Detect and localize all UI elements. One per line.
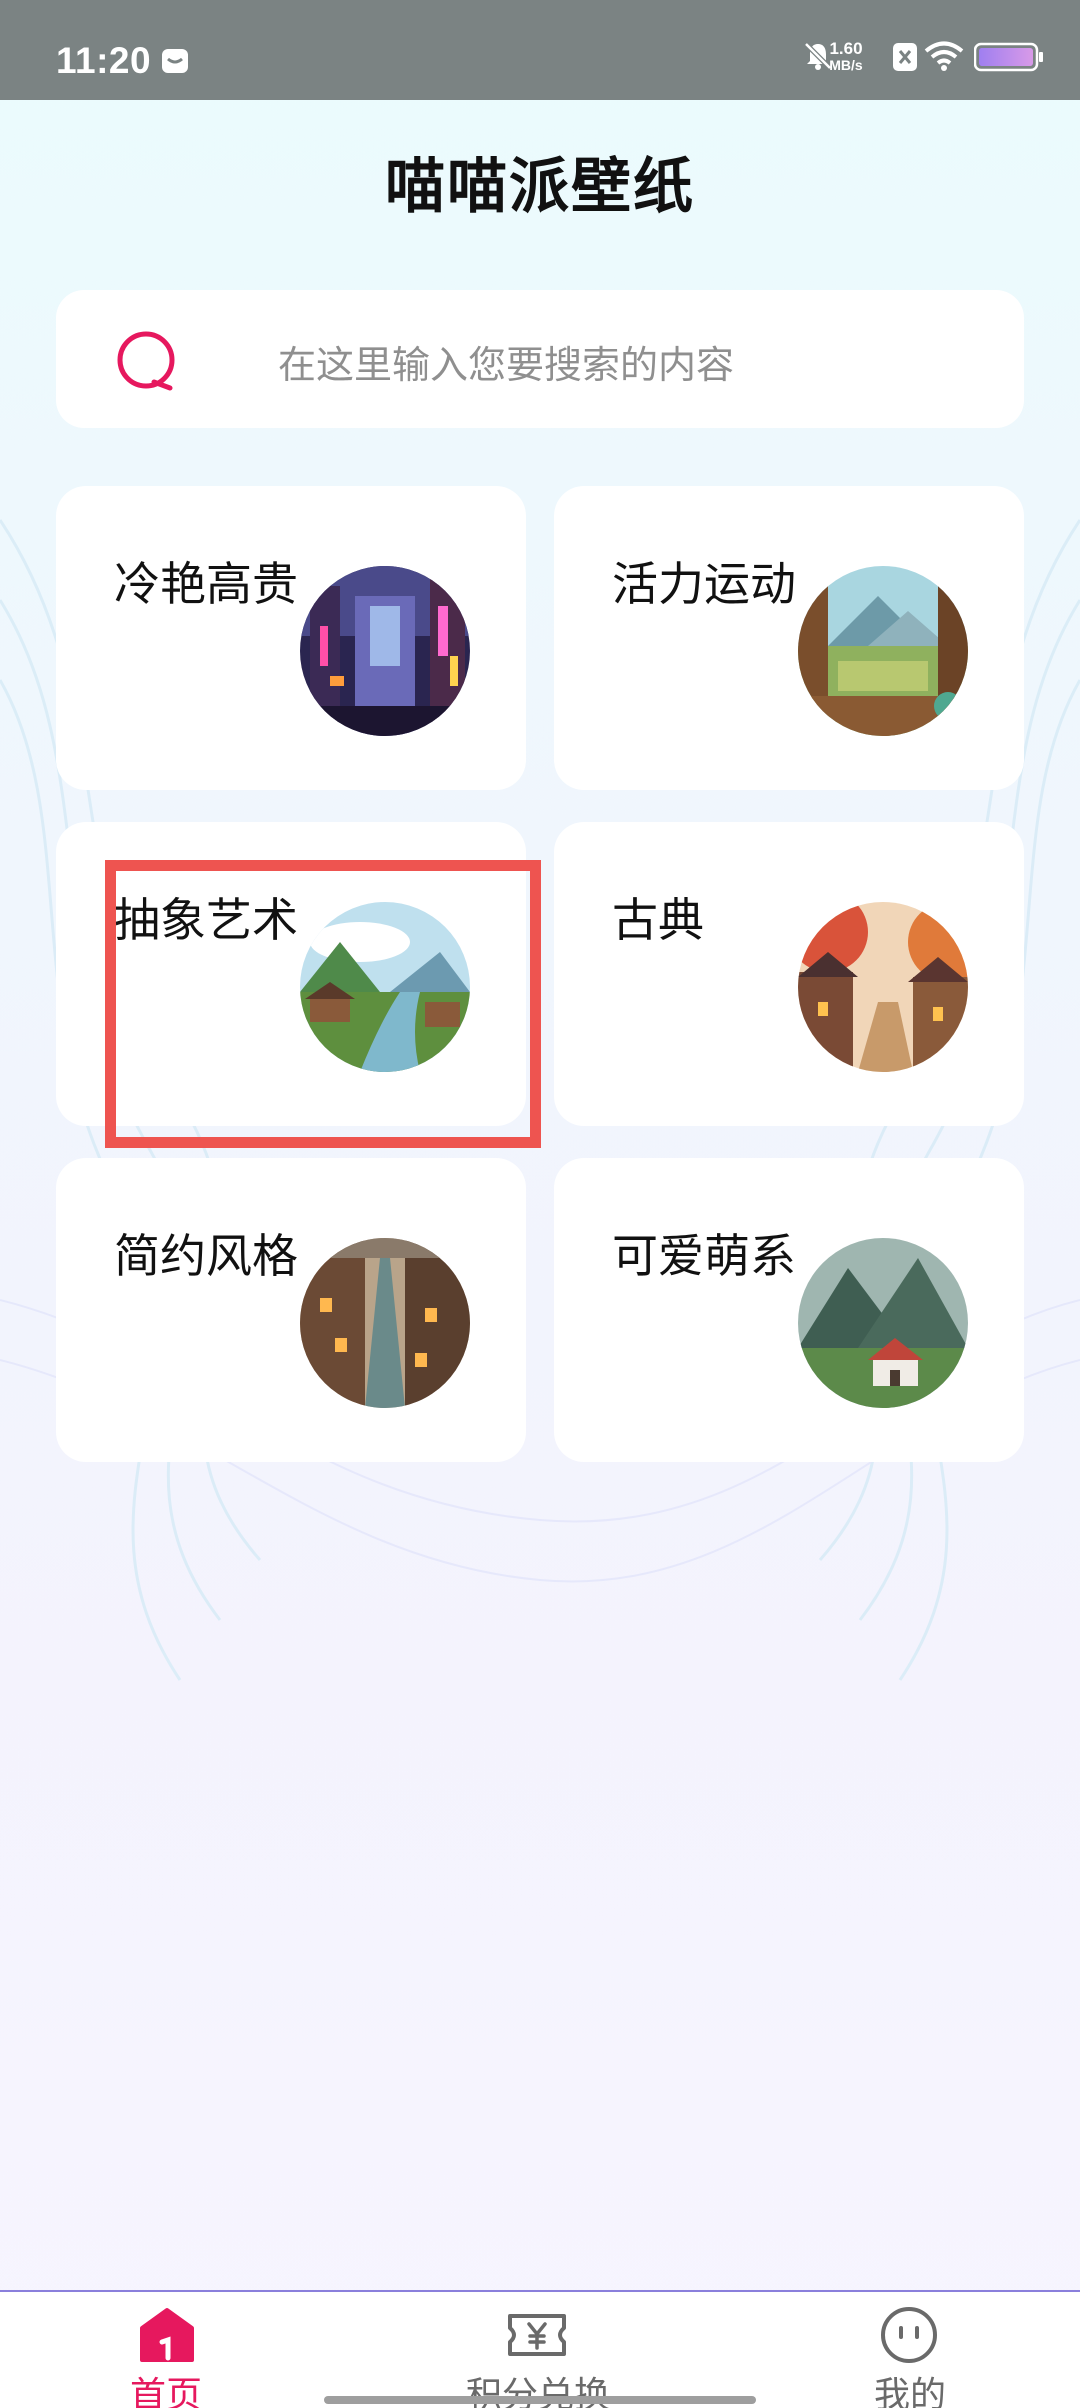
status-time: 11:20 xyxy=(56,40,152,81)
home-icon xyxy=(140,2308,194,2362)
category-label: 简约风格 xyxy=(114,1229,298,1283)
battery-icon xyxy=(974,42,1043,72)
search-input[interactable]: 在这里输入您要搜索的内容 xyxy=(56,290,1024,428)
mountain-cottage-image xyxy=(798,1238,968,1408)
category-thumbnail xyxy=(300,566,470,736)
bottom-nav: 首页 积分兑换 我的 xyxy=(0,2290,1080,2408)
category-card-active-sports[interactable]: 活力运动 xyxy=(554,486,1024,790)
autumn-street-image xyxy=(798,902,968,1072)
network-speed: 1.60 MB/s xyxy=(816,40,876,74)
category-card-classical[interactable]: 古典 xyxy=(554,822,1024,1126)
category-card-minimalist[interactable]: 简约风格 xyxy=(56,1158,526,1462)
category-label: 活力运动 xyxy=(612,557,796,611)
yen-ticket-icon xyxy=(508,2314,566,2356)
nav-label-mine: 我的 xyxy=(873,2375,946,2408)
category-card-abstract-art[interactable]: 抽象艺术 xyxy=(56,822,526,1126)
category-thumbnail xyxy=(798,1238,968,1408)
search-placeholder: 在这里输入您要搜索的内容 xyxy=(278,343,735,387)
category-thumbnail xyxy=(300,1238,470,1408)
category-label: 可爱萌系 xyxy=(612,1229,796,1283)
message-notification-icon xyxy=(162,49,188,73)
category-thumbnail xyxy=(798,566,968,736)
category-label: 冷艳高贵 xyxy=(114,557,298,611)
smile-face-icon xyxy=(881,2307,937,2363)
status-icons: 1.60 MB/s xyxy=(784,36,1044,76)
gesture-home-bar[interactable] xyxy=(324,2396,756,2404)
category-card-cool-elegant[interactable]: 冷艳高贵 xyxy=(56,486,526,790)
neon-city-image xyxy=(300,566,470,736)
net-speed-value: 1.60 xyxy=(829,39,863,58)
page-title: 喵喵派壁纸 xyxy=(385,152,695,222)
category-label: 古典 xyxy=(612,893,704,947)
river-village-image xyxy=(300,902,470,1072)
nav-item-points-exchange[interactable]: 积分兑换 xyxy=(428,2292,648,2408)
net-speed-unit: MB/s xyxy=(829,57,863,73)
nav-label-home: 首页 xyxy=(129,2375,202,2408)
category-card-cute[interactable]: 可爱萌系 xyxy=(554,1158,1024,1462)
status-bar: 11:20 1.60 MB/s xyxy=(0,0,1080,100)
category-thumbnail xyxy=(798,902,968,1072)
wifi-icon xyxy=(924,41,964,71)
category-thumbnail xyxy=(300,902,470,1072)
canal-town-image xyxy=(300,1238,470,1408)
nav-item-mine[interactable]: 我的 xyxy=(800,2292,1020,2408)
sim-off-icon xyxy=(893,43,917,71)
nav-item-home[interactable]: 首页 xyxy=(56,2292,276,2408)
mountain-window-image xyxy=(798,566,968,736)
category-label: 抽象艺术 xyxy=(114,893,298,947)
search-icon xyxy=(117,331,175,391)
